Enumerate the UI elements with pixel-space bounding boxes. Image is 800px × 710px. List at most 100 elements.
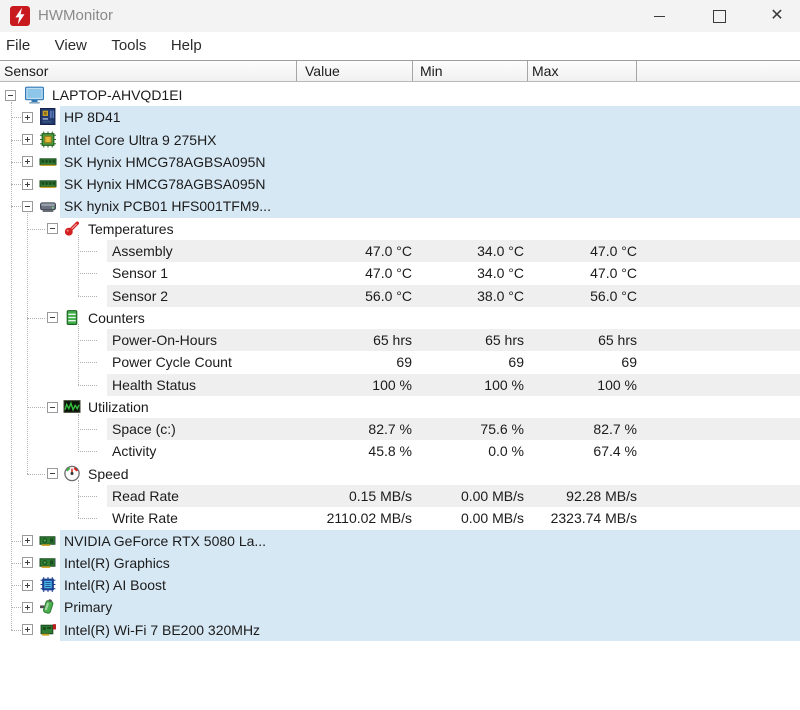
value-cell: 56.0 °C — [365, 285, 412, 307]
column-header-max[interactable]: Max — [528, 61, 637, 81]
tree-connector — [11, 206, 21, 207]
row-label: Intel(R) Graphics — [64, 552, 170, 574]
computer-icon — [22, 86, 47, 105]
row-highlight — [107, 485, 800, 507]
utilization-icon — [63, 398, 81, 415]
row-label: Counters — [88, 307, 145, 329]
tree-row-intel-r-graphics[interactable]: Intel(R) Graphics — [0, 552, 800, 574]
battery-icon — [38, 598, 58, 615]
menu-file[interactable]: File — [0, 32, 40, 60]
tree-connector — [27, 474, 45, 475]
max-cell: 67.4 % — [593, 440, 637, 462]
min-cell: 0.00 MB/s — [461, 507, 524, 529]
tree-row-sensor-1[interactable]: Sensor 147.0 °C34.0 °C47.0 °C — [0, 262, 800, 284]
tree-row-counters[interactable]: Counters — [0, 307, 800, 329]
expand-toggle-collapsed[interactable] — [22, 624, 33, 635]
expand-toggle-collapsed[interactable] — [22, 557, 33, 568]
menu-help[interactable]: Help — [161, 32, 212, 60]
menu-view[interactable]: View — [45, 32, 97, 60]
tree-row-read-rate[interactable]: Read Rate0.15 MB/s0.00 MB/s92.28 MB/s — [0, 485, 800, 507]
tree-connector — [78, 362, 97, 363]
ram-icon — [38, 153, 58, 170]
counters-icon — [63, 309, 81, 326]
column-header-blank — [637, 61, 800, 81]
tree-row-speed[interactable]: Speed — [0, 463, 800, 485]
tree-connector — [11, 563, 21, 564]
tree-row-health-status[interactable]: Health Status100 %100 %100 % — [0, 374, 800, 396]
row-label: Temperatures — [88, 218, 174, 240]
tree-row-nvidia-geforce-rtx-5080-la[interactable]: NVIDIA GeForce RTX 5080 La... — [0, 530, 800, 552]
tree-row-utilization[interactable]: Utilization — [0, 396, 800, 418]
value-cell: 100 % — [372, 374, 412, 396]
tree-row-power-on-hours[interactable]: Power-On-Hours65 hrs65 hrs65 hrs — [0, 329, 800, 351]
expand-toggle-expanded[interactable] — [47, 468, 58, 479]
expand-toggle-collapsed[interactable] — [22, 602, 33, 613]
tree-row-intel-core-ultra-9-275hx[interactable]: Intel Core Ultra 9 275HX — [0, 129, 800, 151]
expand-toggle-expanded[interactable] — [47, 223, 58, 234]
min-cell: 0.0 % — [488, 440, 524, 462]
tree-row-temperatures[interactable]: Temperatures — [0, 218, 800, 240]
tree-row-laptop-ahvqd1ei[interactable]: LAPTOP-AHVQD1EI — [0, 84, 800, 106]
tree-row-assembly[interactable]: Assembly 47.0 °C 34.0 °C 47.0 °C — [0, 240, 800, 262]
expand-toggle-expanded[interactable] — [47, 402, 58, 413]
row-highlight — [107, 240, 800, 262]
column-header-min[interactable]: Min — [413, 61, 528, 81]
tree-row-sensor-2[interactable]: Sensor 256.0 °C38.0 °C56.0 °C — [0, 285, 800, 307]
expand-toggle-collapsed[interactable] — [22, 134, 33, 145]
value-cell: 47.0 °C — [365, 240, 412, 262]
max-cell: 100 % — [597, 374, 637, 396]
ram-icon — [38, 175, 58, 192]
thermometer-icon — [63, 220, 81, 237]
tree-connector-vertical — [11, 102, 12, 630]
row-label: Sensor 1 — [112, 262, 168, 284]
max-cell: 47.0 °C — [590, 240, 637, 262]
tree-row-intel-r-wi-fi-7-be200-320mhz[interactable]: Intel(R) Wi-Fi 7 BE200 320MHz — [0, 619, 800, 641]
tree-row-power-cycle-count[interactable]: Power Cycle Count696969 — [0, 351, 800, 373]
row-label: SK Hynix HMCG78AGBSA095N — [64, 151, 266, 173]
expand-toggle-collapsed[interactable] — [22, 156, 33, 167]
tree-row-sk-hynix-hmcg78agbsa095n[interactable]: SK Hynix HMCG78AGBSA095N — [0, 173, 800, 195]
menu-tools[interactable]: Tools — [101, 32, 156, 60]
wifi-card-icon — [38, 621, 58, 638]
expand-toggle-collapsed[interactable] — [22, 580, 33, 591]
row-label: Utilization — [88, 396, 149, 418]
expand-toggle-expanded[interactable] — [5, 90, 16, 101]
tree-row-hp-8d41[interactable]: HP 8D41 — [0, 106, 800, 128]
lightning-icon — [10, 6, 30, 26]
column-header-value[interactable]: Value — [297, 61, 413, 81]
expand-toggle-collapsed[interactable] — [22, 535, 33, 546]
tree-row-space-c[interactable]: Space (c:)82.7 %75.6 %82.7 % — [0, 418, 800, 440]
expand-toggle-collapsed[interactable] — [22, 112, 33, 123]
ai-chip-icon — [38, 576, 58, 593]
max-cell: 82.7 % — [593, 418, 637, 440]
value-cell: 82.7 % — [368, 418, 412, 440]
menu-bar: File View Tools Help — [0, 32, 800, 60]
tree-row-activity[interactable]: Activity45.8 %0.0 %67.4 % — [0, 440, 800, 462]
close-button[interactable]: ✕ — [754, 0, 800, 32]
minimize-button[interactable] — [636, 0, 682, 32]
expand-toggle-expanded[interactable] — [47, 312, 58, 323]
row-label: SK Hynix HMCG78AGBSA095N — [64, 173, 266, 195]
row-label: NVIDIA GeForce RTX 5080 La... — [64, 530, 266, 552]
tree-connector — [78, 296, 97, 297]
row-highlight — [107, 285, 800, 307]
tree-connector — [27, 318, 45, 319]
row-label: Intel(R) AI Boost — [64, 574, 166, 596]
row-label: Assembly — [112, 240, 173, 262]
column-header-sensor[interactable]: Sensor — [0, 61, 297, 81]
tree-row-write-rate[interactable]: Write Rate2110.02 MB/s0.00 MB/s2323.74 M… — [0, 507, 800, 529]
tree-connector — [27, 407, 45, 408]
expand-toggle-collapsed[interactable] — [22, 179, 33, 190]
max-cell: 47.0 °C — [590, 262, 637, 284]
row-highlight — [107, 374, 800, 396]
tree-row-intel-r-ai-boost[interactable]: Intel(R) AI Boost — [0, 574, 800, 596]
expand-toggle-expanded[interactable] — [22, 201, 33, 212]
tree-row-sk-hynix-hmcg78agbsa095n[interactable]: SK Hynix HMCG78AGBSA095N — [0, 151, 800, 173]
tree-row-primary[interactable]: Primary — [0, 596, 800, 618]
min-cell: 34.0 °C — [477, 240, 524, 262]
maximize-icon — [713, 10, 726, 23]
tree-connector — [78, 340, 97, 341]
tree-row-sk-hynix-pcb01-hfs001tfm9[interactable]: SK hynix PCB01 HFS001TFM9... — [0, 195, 800, 217]
maximize-button[interactable] — [696, 0, 742, 32]
speed-icon — [63, 465, 81, 482]
